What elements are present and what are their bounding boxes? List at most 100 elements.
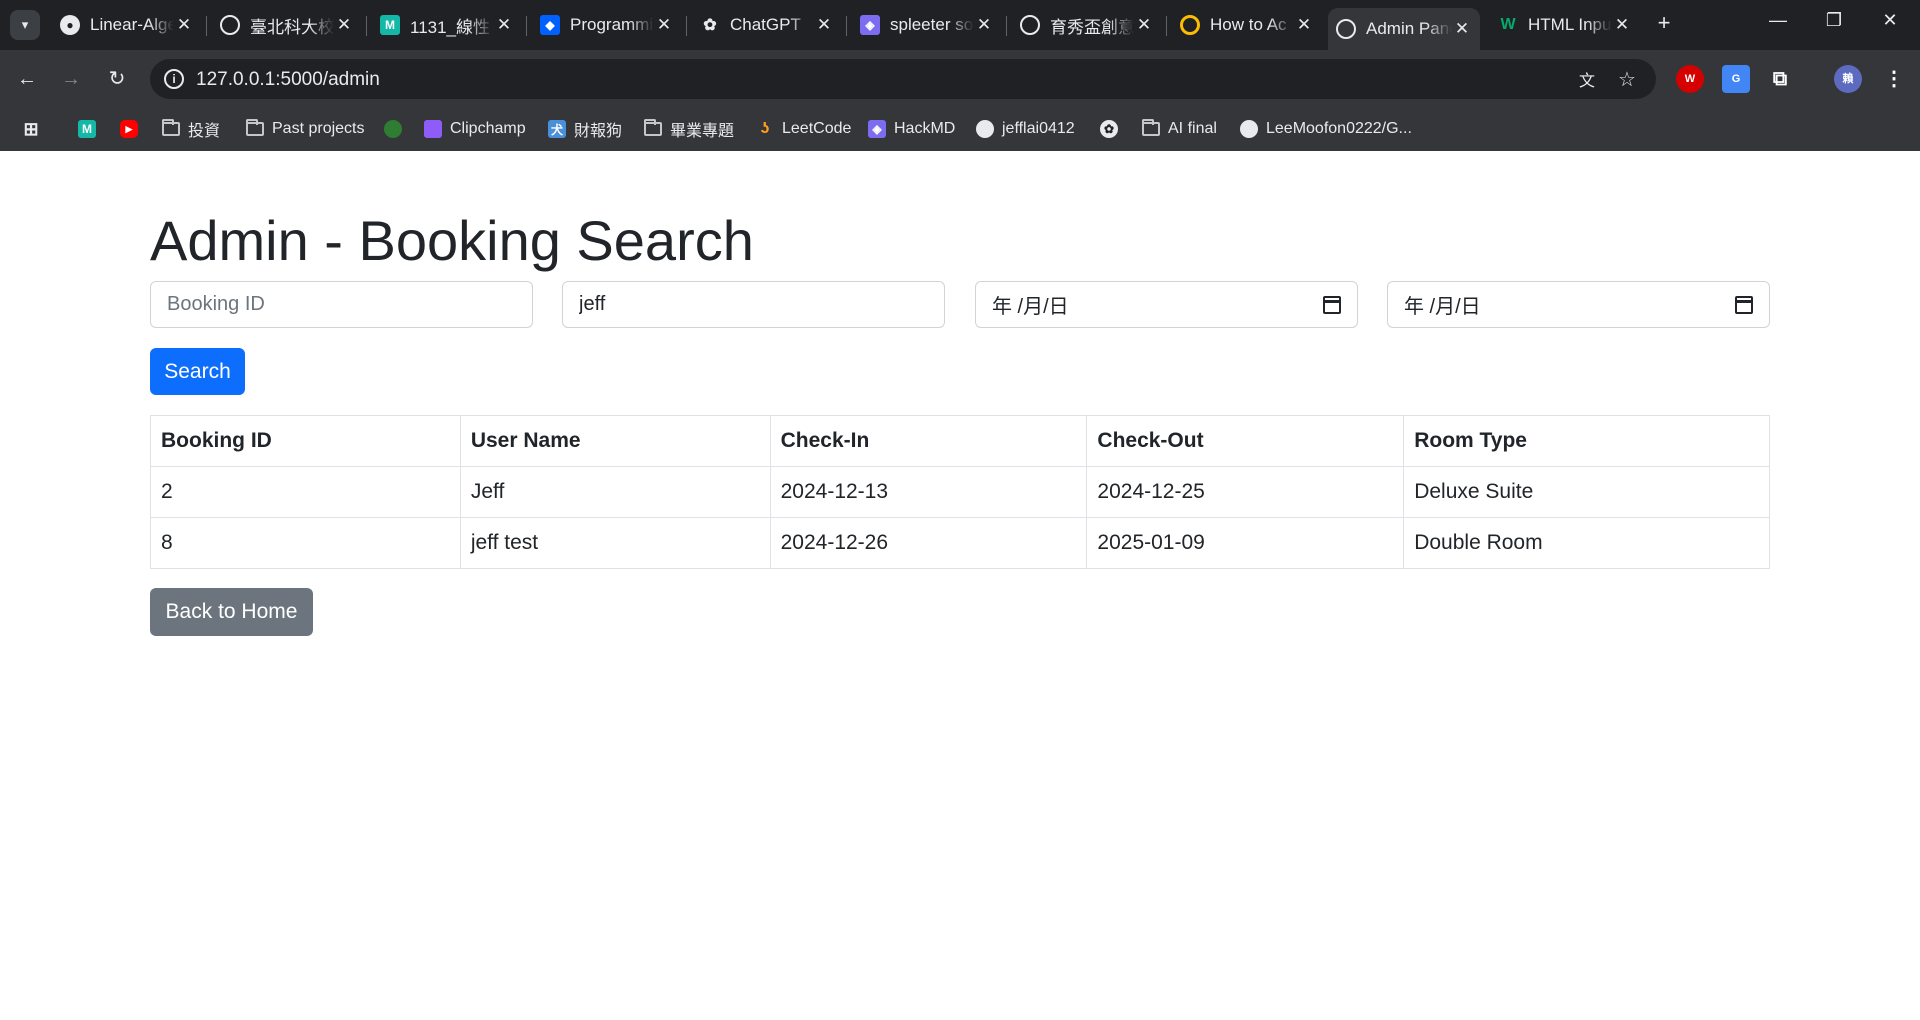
- table-cell: Jeff: [459, 466, 771, 518]
- column-header: Check-In: [769, 415, 1088, 467]
- tab-yuxiu-cup[interactable]: 育秀盃創意 ✕: [1012, 8, 1162, 42]
- github-icon: [1240, 120, 1258, 138]
- close-icon[interactable]: ✕: [174, 15, 194, 35]
- bookmark-openai[interactable]: ✿: [1100, 116, 1126, 142]
- m-logo-icon: M: [380, 15, 400, 35]
- chevron-down-icon: ▾: [21, 17, 29, 32]
- minimize-icon: —: [1769, 10, 1787, 30]
- apps-grid-icon: ⊞: [23, 118, 39, 139]
- address-url[interactable]: 127.0.0.1:5000/admin: [196, 69, 380, 91]
- close-icon[interactable]: ✕: [494, 15, 514, 35]
- forward-nav-button[interactable]: →: [56, 64, 86, 94]
- check-out-date-input[interactable]: 年 /月/日: [1387, 281, 1770, 328]
- bookmark-label: AI final: [1168, 120, 1217, 137]
- restore-icon: ❐: [1825, 10, 1843, 30]
- close-icon[interactable]: ✕: [1612, 15, 1632, 35]
- browser-chrome: ▾ ● Linear-Algebra ✕ 臺北科大校 ✕ M 1131_線性 ✕…: [0, 0, 1920, 151]
- calendar-icon[interactable]: [1735, 295, 1753, 314]
- bookmark-label: 畢業專題: [670, 123, 735, 140]
- openai-icon: ✿: [703, 17, 717, 34]
- tab-label: ChatGPT: [730, 15, 801, 34]
- check-in-date-input[interactable]: 年 /月/日: [975, 281, 1358, 328]
- google-translate-extension-icon[interactable]: G: [1722, 65, 1750, 93]
- close-window-button[interactable]: ✕: [1868, 10, 1912, 31]
- close-icon[interactable]: ✕: [1134, 15, 1154, 35]
- tab-admin-panel[interactable]: Admin Panel ✕: [1328, 8, 1480, 50]
- profile-avatar[interactable]: 賴: [1834, 65, 1862, 93]
- bookmark-folder-invest[interactable]: 投資: [162, 116, 220, 142]
- more-menu-icon[interactable]: ⋮: [1880, 65, 1908, 93]
- bookmark-caibaogou[interactable]: 犬財報狗: [548, 116, 622, 142]
- new-tab-button[interactable]: +: [1652, 12, 1676, 36]
- bookmark-folder-ai-final[interactable]: AI final: [1142, 116, 1217, 142]
- tab-label: Linear-Algebra: [90, 15, 174, 34]
- colab-icon: [1180, 15, 1200, 35]
- table-cell: 2024-12-26: [769, 517, 1088, 569]
- tab-separator: [366, 16, 367, 36]
- tab-programming[interactable]: ◆ Programming ✕: [532, 8, 682, 42]
- extensions-puzzle-icon[interactable]: ⧉: [1766, 65, 1794, 93]
- tab-search-button[interactable]: ▾: [10, 10, 40, 40]
- youtube-icon: ▶: [120, 120, 138, 138]
- caibaogou-icon: 犬: [548, 120, 566, 138]
- back-to-home-button[interactable]: Back to Home: [150, 588, 313, 636]
- tab-spleeter[interactable]: ◈ spleeter so ✕: [852, 8, 1002, 42]
- close-icon[interactable]: ✕: [974, 15, 994, 35]
- bookmark-label: LeetCode: [782, 120, 852, 137]
- github-icon: ●: [60, 15, 80, 35]
- close-icon[interactable]: ✕: [1294, 15, 1314, 35]
- bookmark-hackmd[interactable]: ◈ HackMD: [868, 116, 955, 142]
- table-cell: 2025-01-09: [1086, 517, 1405, 569]
- site-info-icon[interactable]: i: [164, 69, 184, 89]
- tab-label: Programming: [570, 15, 654, 34]
- bookmark-youtube[interactable]: ▶: [120, 116, 146, 142]
- close-icon[interactable]: ✕: [1452, 19, 1472, 39]
- minimize-button[interactable]: —: [1756, 10, 1800, 31]
- webnovel-extension-icon[interactable]: W: [1676, 65, 1704, 93]
- bookmark-folder-graduation[interactable]: 畢業專題: [644, 116, 734, 142]
- calendar-icon[interactable]: [1323, 295, 1341, 314]
- table-row: 8 jeff test 2024-12-26 2025-01-09 Double…: [150, 517, 1770, 569]
- check-in-date-value: 年 /月/日: [992, 296, 1069, 318]
- bookmark-clipchamp[interactable]: Clipchamp: [424, 116, 526, 142]
- bookmark-github-leemoofon[interactable]: LeeMoofon0222/G...: [1240, 116, 1412, 142]
- booking-id-input[interactable]: [150, 281, 533, 328]
- bookmark-label: Clipchamp: [450, 120, 526, 137]
- close-icon[interactable]: ✕: [334, 15, 354, 35]
- translate-icon[interactable]: 文: [1574, 67, 1600, 91]
- page-content: Admin - Booking Search 年 /月/日 年 /月/日 Sea…: [0, 151, 1920, 1020]
- reload-button[interactable]: ↻: [102, 64, 132, 94]
- user-name-input[interactable]: [562, 281, 945, 328]
- close-icon[interactable]: ✕: [814, 15, 834, 35]
- table-cell: Deluxe Suite: [1403, 466, 1770, 518]
- bookmark-github-jefflai[interactable]: jefflai0412: [976, 116, 1075, 142]
- hackmd-icon: ◈: [868, 120, 886, 138]
- tab-label: 育秀盃創意: [1050, 17, 1134, 37]
- tab-ntut[interactable]: 臺北科大校 ✕: [212, 8, 362, 42]
- leetcode-icon: ʖ: [760, 120, 770, 137]
- apps-button[interactable]: ⊞: [22, 116, 48, 142]
- tab-label: spleeter so: [890, 15, 974, 34]
- star-icon[interactable]: ☆: [1614, 67, 1640, 92]
- tab-chatgpt[interactable]: ✿ ChatGPT ✕: [692, 8, 842, 42]
- back-nav-button[interactable]: ←: [12, 64, 42, 94]
- address-bar[interactable]: i 127.0.0.1:5000/admin 文 ☆: [150, 59, 1656, 99]
- bookmark-label: 財報狗: [574, 123, 623, 140]
- tree-icon: [384, 120, 402, 138]
- globe-icon: [1336, 19, 1356, 39]
- close-icon[interactable]: ✕: [654, 15, 674, 35]
- tab-how-to[interactable]: How to Ac ✕: [1172, 8, 1322, 42]
- table-cell: 8: [150, 517, 461, 569]
- bookmark-folder-past-projects[interactable]: Past projects: [246, 116, 364, 142]
- bookmark-label: Past projects: [272, 120, 365, 137]
- restore-button[interactable]: ❐: [1812, 10, 1856, 31]
- folder-icon: [162, 119, 180, 138]
- tab-linear-course[interactable]: M 1131_線性 ✕: [372, 8, 522, 42]
- tab-html-input[interactable]: W HTML Input ✕: [1490, 8, 1640, 42]
- search-filters: 年 /月/日 年 /月/日: [150, 281, 1770, 328]
- bookmark-tree[interactable]: [384, 116, 410, 142]
- bookmark-leetcode[interactable]: ʖ LeetCode: [756, 116, 852, 142]
- search-button[interactable]: Search: [150, 348, 245, 395]
- tab-linear-algebra[interactable]: ● Linear-Algebra ✕: [52, 8, 202, 42]
- bookmark-m[interactable]: M: [78, 116, 104, 142]
